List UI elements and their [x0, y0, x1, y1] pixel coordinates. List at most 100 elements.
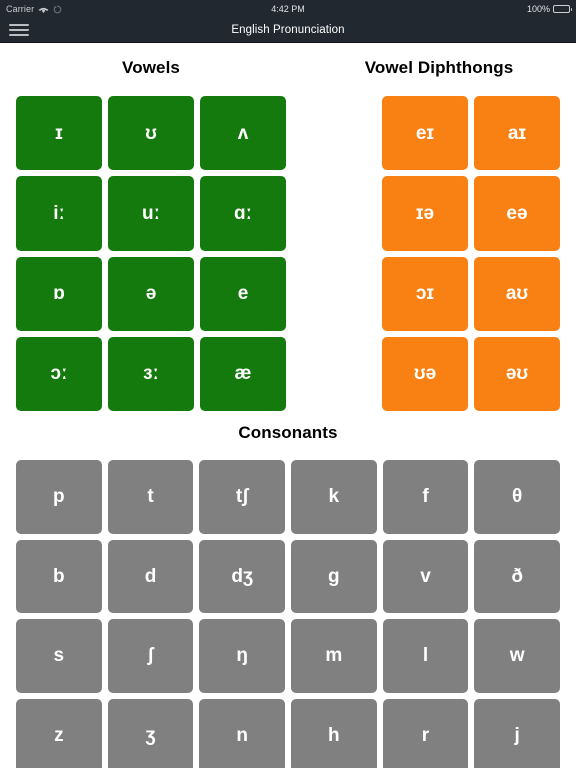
phoneme-tile[interactable]: ɜː — [108, 336, 194, 411]
phoneme-tile[interactable]: iː — [16, 176, 102, 251]
phoneme-tile[interactable]: eə — [474, 176, 560, 251]
phoneme-tile[interactable]: ə — [108, 256, 194, 331]
phoneme-tile[interactable]: ʊ — [108, 96, 194, 171]
phoneme-symbol: f — [422, 486, 429, 508]
phoneme-tile[interactable]: uː — [108, 176, 194, 251]
phoneme-symbol: ɑː — [234, 202, 252, 224]
phoneme-symbol: b — [53, 565, 65, 587]
hamburger-bar — [9, 28, 29, 32]
phoneme-tile[interactable]: aɪ — [474, 96, 560, 171]
phoneme-symbol: əʊ — [505, 363, 529, 385]
phoneme-tile[interactable]: dʒ — [199, 539, 285, 613]
phoneme-tile[interactable]: ʒ — [107, 698, 194, 768]
phoneme-tile[interactable]: əʊ — [474, 336, 560, 411]
hamburger-menu-icon[interactable] — [9, 23, 29, 38]
phoneme-symbol: ʒ — [145, 724, 156, 746]
phoneme-symbol: tʃ — [235, 486, 249, 508]
phoneme-tile[interactable]: ɔː — [16, 336, 102, 411]
wifi-icon — [38, 5, 49, 14]
status-bar-right: 100% — [527, 4, 572, 14]
phoneme-tile[interactable]: ɒ — [16, 256, 102, 331]
phoneme-symbol: eə — [506, 202, 528, 224]
phoneme-tile[interactable]: θ — [474, 460, 560, 534]
phoneme-symbol: l — [422, 645, 429, 667]
app-root: Carrier 4:42 PM 100% English Pronunciati… — [0, 0, 576, 768]
phoneme-tile[interactable]: æ — [200, 336, 286, 411]
status-bar: Carrier 4:42 PM 100% — [0, 0, 576, 18]
phoneme-tile[interactable]: d — [107, 539, 194, 613]
diphthong-grid: eɪ aɪ ɪə eə ɔɪ aʊ ʊə əʊ — [382, 96, 560, 411]
phoneme-symbol: e — [237, 283, 249, 305]
phoneme-tile[interactable]: h — [290, 698, 377, 768]
sync-icon — [53, 5, 62, 14]
phoneme-symbol: r — [421, 724, 430, 746]
phoneme-symbol: ŋ — [236, 645, 248, 667]
consonant-grid: p t tʃ k f θ b d dʒ g v ð s ʃ ŋ m l w z ʒ n h r j — [16, 460, 560, 768]
phoneme-symbol: ɔɪ — [415, 283, 435, 305]
phoneme-tile[interactable]: l — [382, 619, 469, 693]
phoneme-symbol: s — [53, 645, 65, 667]
phoneme-symbol: m — [325, 645, 343, 667]
phoneme-symbol: aʊ — [505, 283, 529, 305]
phoneme-tile[interactable]: p — [16, 460, 102, 534]
phoneme-tile[interactable]: g — [290, 539, 377, 613]
phoneme-symbol: dʒ — [231, 565, 253, 587]
battery-icon — [553, 5, 572, 13]
phoneme-symbol: ɪə — [415, 202, 435, 224]
phoneme-symbol: z — [54, 724, 64, 746]
hamburger-bar — [9, 23, 29, 26]
phoneme-symbol: ɔː — [50, 363, 68, 385]
phoneme-tile[interactable]: s — [16, 619, 102, 693]
phoneme-tile[interactable]: ɪ — [16, 96, 102, 171]
phoneme-tile[interactable]: eɪ — [382, 96, 468, 171]
phoneme-tile[interactable]: m — [290, 619, 377, 693]
phoneme-symbol: ɜː — [143, 363, 159, 385]
phoneme-symbol: ɪ — [55, 122, 63, 144]
phoneme-symbol: ʃ — [147, 645, 154, 667]
phoneme-tile[interactable]: w — [474, 619, 560, 693]
phoneme-symbol: ə — [145, 283, 157, 305]
phoneme-symbol: g — [328, 565, 340, 587]
phoneme-symbol: ʊ — [145, 122, 157, 144]
phoneme-symbol: ɒ — [53, 283, 65, 305]
phoneme-tile[interactable]: z — [16, 698, 102, 768]
phoneme-tile[interactable]: ɪə — [382, 176, 468, 251]
phoneme-tile[interactable]: j — [474, 698, 560, 768]
content-area: Vowels Vowel Diphthongs Consonants ɪ ʊ ʌ iː… — [0, 44, 576, 768]
section-heading-vowels: Vowels — [122, 58, 180, 77]
page-title: English Pronunciation — [231, 24, 345, 36]
phoneme-tile[interactable]: r — [382, 698, 469, 768]
phoneme-symbol: aɪ — [507, 122, 527, 144]
phoneme-tile[interactable]: ð — [474, 539, 560, 613]
phoneme-tile[interactable]: k — [290, 460, 377, 534]
phoneme-tile[interactable]: n — [199, 698, 285, 768]
phoneme-symbol: w — [509, 645, 525, 667]
phoneme-symbol: ð — [511, 565, 523, 587]
nav-bar: English Pronunciation — [0, 18, 576, 43]
carrier-label: Carrier — [6, 4, 35, 14]
phoneme-tile[interactable]: aʊ — [474, 256, 560, 331]
section-heading-diphthongs: Vowel Diphthongs — [364, 58, 514, 77]
phoneme-symbol: æ — [234, 363, 252, 385]
phoneme-tile[interactable]: e — [200, 256, 286, 331]
phoneme-symbol: t — [147, 486, 154, 508]
phoneme-symbol: j — [514, 724, 520, 746]
phoneme-symbol: k — [328, 486, 340, 508]
phoneme-symbol: n — [236, 724, 248, 746]
hamburger-bar — [9, 34, 29, 37]
phoneme-tile[interactable]: v — [382, 539, 469, 613]
vowel-grid: ɪ ʊ ʌ iː uː ɑː ɒ ə e ɔː ɜː æ — [16, 96, 286, 411]
phoneme-symbol: uː — [142, 202, 160, 224]
phoneme-symbol: ʊə — [413, 363, 437, 385]
phoneme-symbol: iː — [53, 202, 65, 224]
phoneme-tile[interactable]: t — [107, 460, 194, 534]
phoneme-tile[interactable]: ɔɪ — [382, 256, 468, 331]
phoneme-tile[interactable]: tʃ — [199, 460, 285, 534]
phoneme-tile[interactable]: ʊə — [382, 336, 468, 411]
phoneme-tile[interactable]: ŋ — [199, 619, 285, 693]
phoneme-tile[interactable]: f — [382, 460, 469, 534]
phoneme-tile[interactable]: ʃ — [107, 619, 194, 693]
phoneme-tile[interactable]: ʌ — [200, 96, 286, 171]
phoneme-tile[interactable]: ɑː — [200, 176, 286, 251]
phoneme-tile[interactable]: b — [16, 539, 102, 613]
